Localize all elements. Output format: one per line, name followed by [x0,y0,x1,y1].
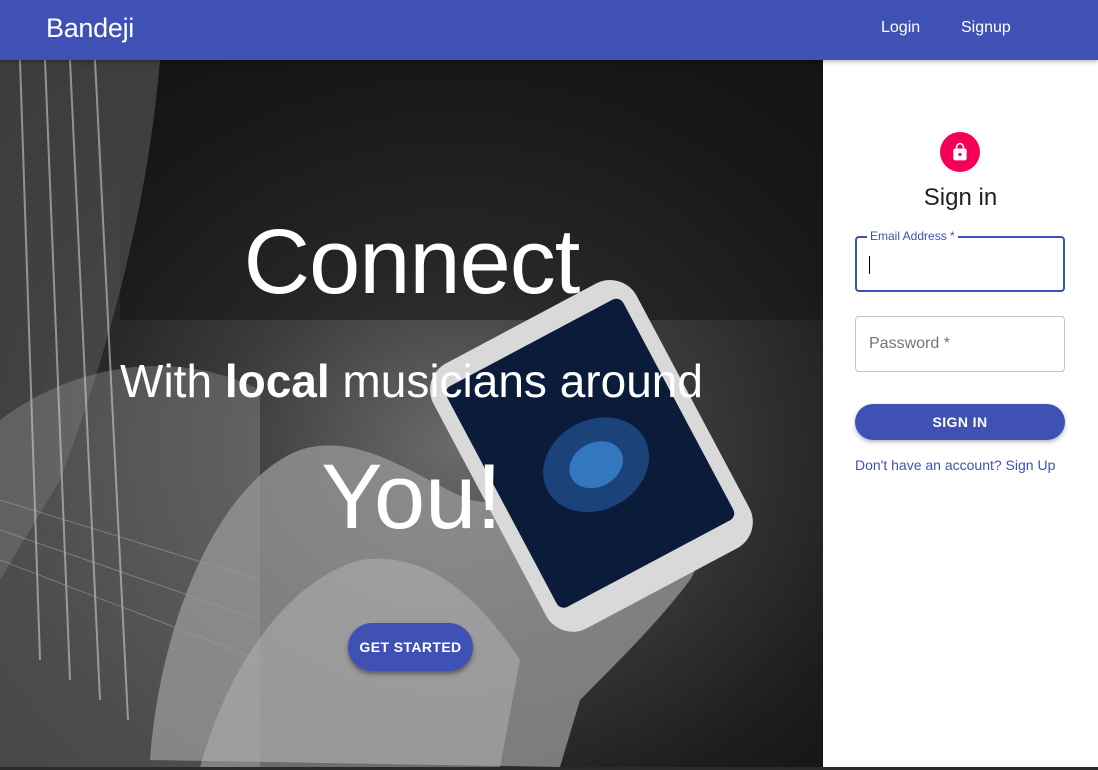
password-field[interactable]: Password * [855,316,1065,372]
hero-subtitle-bold: local [224,355,330,407]
brand-logo[interactable]: Bandeji [46,13,134,44]
lock-icon [940,132,980,172]
hero-title: Connect [243,211,581,313]
text-caret [869,256,870,274]
hero-section: Connect With local musicians around You!… [0,60,823,767]
hero-subtitle-prefix: With [120,355,225,407]
email-label: Email Address * [867,229,958,243]
hero-subtitle-suffix: musicians around [329,355,703,407]
nav-login-link[interactable]: Login [881,19,920,37]
signin-panel: Sign in Email Address * Password * SIGN … [823,60,1098,767]
password-label: Password * [869,335,950,352]
app-bar: Bandeji Login Signup [0,0,1098,60]
hero-emphasis: You! [321,446,502,548]
signup-link[interactable]: Don't have an account? Sign Up [855,457,1055,473]
signin-button[interactable]: SIGN IN [855,404,1065,440]
email-field[interactable]: Email Address * [855,229,1065,292]
signin-title: Sign in [923,184,998,211]
hero-subtitle: With local musicians around [0,354,823,408]
nav-signup-link[interactable]: Signup [961,19,1011,37]
get-started-button[interactable]: GET STARTED [348,623,473,671]
